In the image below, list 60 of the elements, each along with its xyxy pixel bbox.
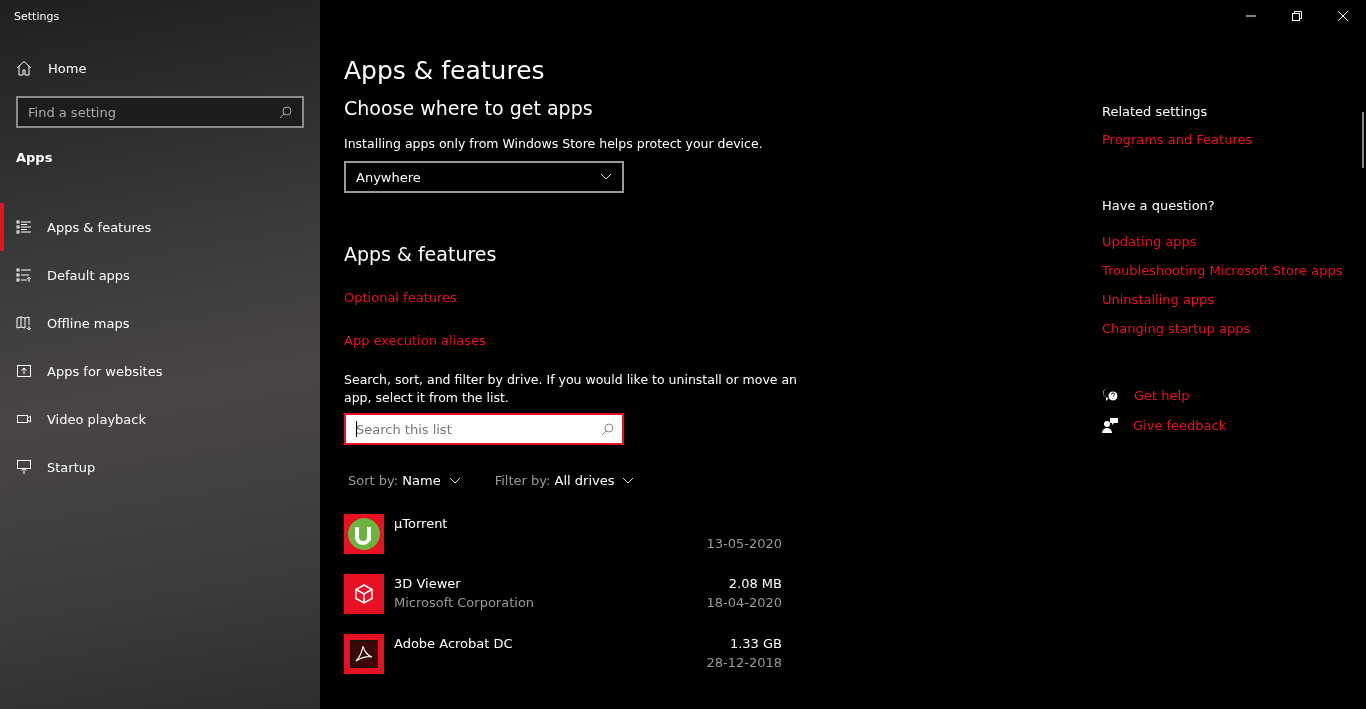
cube-icon xyxy=(353,583,375,605)
restore-icon xyxy=(1292,11,1302,21)
link[interactable]: Optional features xyxy=(344,290,457,305)
scrollbar[interactable] xyxy=(1362,112,1364,168)
search-field[interactable]: Search this list xyxy=(344,413,624,445)
description-text: Search, sort, and filter by drive. If you would like to uninstall or move an app, select it from the list. xyxy=(344,371,799,407)
list-icon xyxy=(16,219,32,235)
app-list-item[interactable]: µTorrent 13-05-2020 xyxy=(344,514,782,574)
search-icon xyxy=(279,105,292,119)
link[interactable]: Uninstalling apps xyxy=(1102,292,1215,307)
app-list-item[interactable]: Adobe Acrobat DC 1.33 GB 28-12-2018 xyxy=(344,634,782,694)
link[interactable]: Give feedback xyxy=(1133,417,1227,433)
app-date: 13-05-2020 xyxy=(706,536,782,551)
app-list-item[interactable]: 3D Viewer Microsoft Corporation 2.08 MB 18-04-2020 xyxy=(344,574,782,634)
nav-item[interactable]: Apps & features xyxy=(0,203,320,251)
link[interactable]: Changing startup apps xyxy=(1102,321,1251,336)
nav-item[interactable]: Video playback xyxy=(0,395,320,443)
link[interactable]: App execution aliases xyxy=(344,333,486,348)
app-name: 3D Viewer xyxy=(394,576,462,591)
map-icon xyxy=(16,315,32,331)
app-name: µTorrent xyxy=(394,516,449,531)
app-date: 28-12-2018 xyxy=(706,655,782,670)
chevron-down-icon xyxy=(448,476,461,485)
monitor-arrow-icon xyxy=(16,459,32,475)
section-heading: Apps & features xyxy=(344,243,498,265)
app-size: 1.33 GB xyxy=(729,636,782,651)
home-icon xyxy=(16,60,32,76)
related-heading: Related settings xyxy=(1102,104,1209,119)
list-arrow-icon xyxy=(16,267,32,283)
sort-dropdown[interactable]: Sort by: Name xyxy=(348,473,461,488)
nav-item[interactable]: Offline maps xyxy=(0,299,320,347)
search-field[interactable]: Find a setting xyxy=(16,96,304,128)
text-cursor xyxy=(356,421,357,437)
description-text: Installing apps only from Windows Store helps protect your device. xyxy=(344,135,764,153)
app-size: 2.08 MB xyxy=(728,576,782,591)
acrobat-logo-icon xyxy=(350,640,378,668)
app-name: Adobe Acrobat DC xyxy=(394,636,514,651)
link[interactable]: Get help xyxy=(1134,387,1190,403)
feedback-person-icon xyxy=(1102,417,1118,433)
search-icon xyxy=(601,422,614,436)
question-heading: Have a question? xyxy=(1102,198,1216,213)
close-icon xyxy=(1338,11,1348,21)
nav-item[interactable]: Apps for websites xyxy=(0,347,320,395)
link[interactable]: Troubleshooting Microsoft Store apps xyxy=(1102,263,1343,278)
page-title: Apps & features xyxy=(344,56,546,85)
section-heading: Choose where to get apps xyxy=(344,97,594,119)
home-link[interactable]: Home xyxy=(16,60,320,76)
nav-item[interactable]: Default apps xyxy=(0,251,320,299)
link[interactable]: Updating apps xyxy=(1102,234,1197,249)
app-publisher: Microsoft Corporation xyxy=(394,595,536,610)
app-date: 18-04-2020 xyxy=(706,595,782,610)
chevron-down-icon xyxy=(622,476,635,485)
link[interactable]: Programs and Features xyxy=(1102,132,1253,147)
dropdown[interactable]: Anywhere xyxy=(344,161,624,193)
chevron-down-icon xyxy=(600,173,612,181)
section-heading: Apps xyxy=(16,150,54,165)
nav-item[interactable]: Startup xyxy=(0,443,320,491)
help-chat-icon xyxy=(1102,387,1119,403)
filter-dropdown[interactable]: Filter by: All drives xyxy=(494,473,635,488)
window-title: Settings xyxy=(13,9,61,25)
